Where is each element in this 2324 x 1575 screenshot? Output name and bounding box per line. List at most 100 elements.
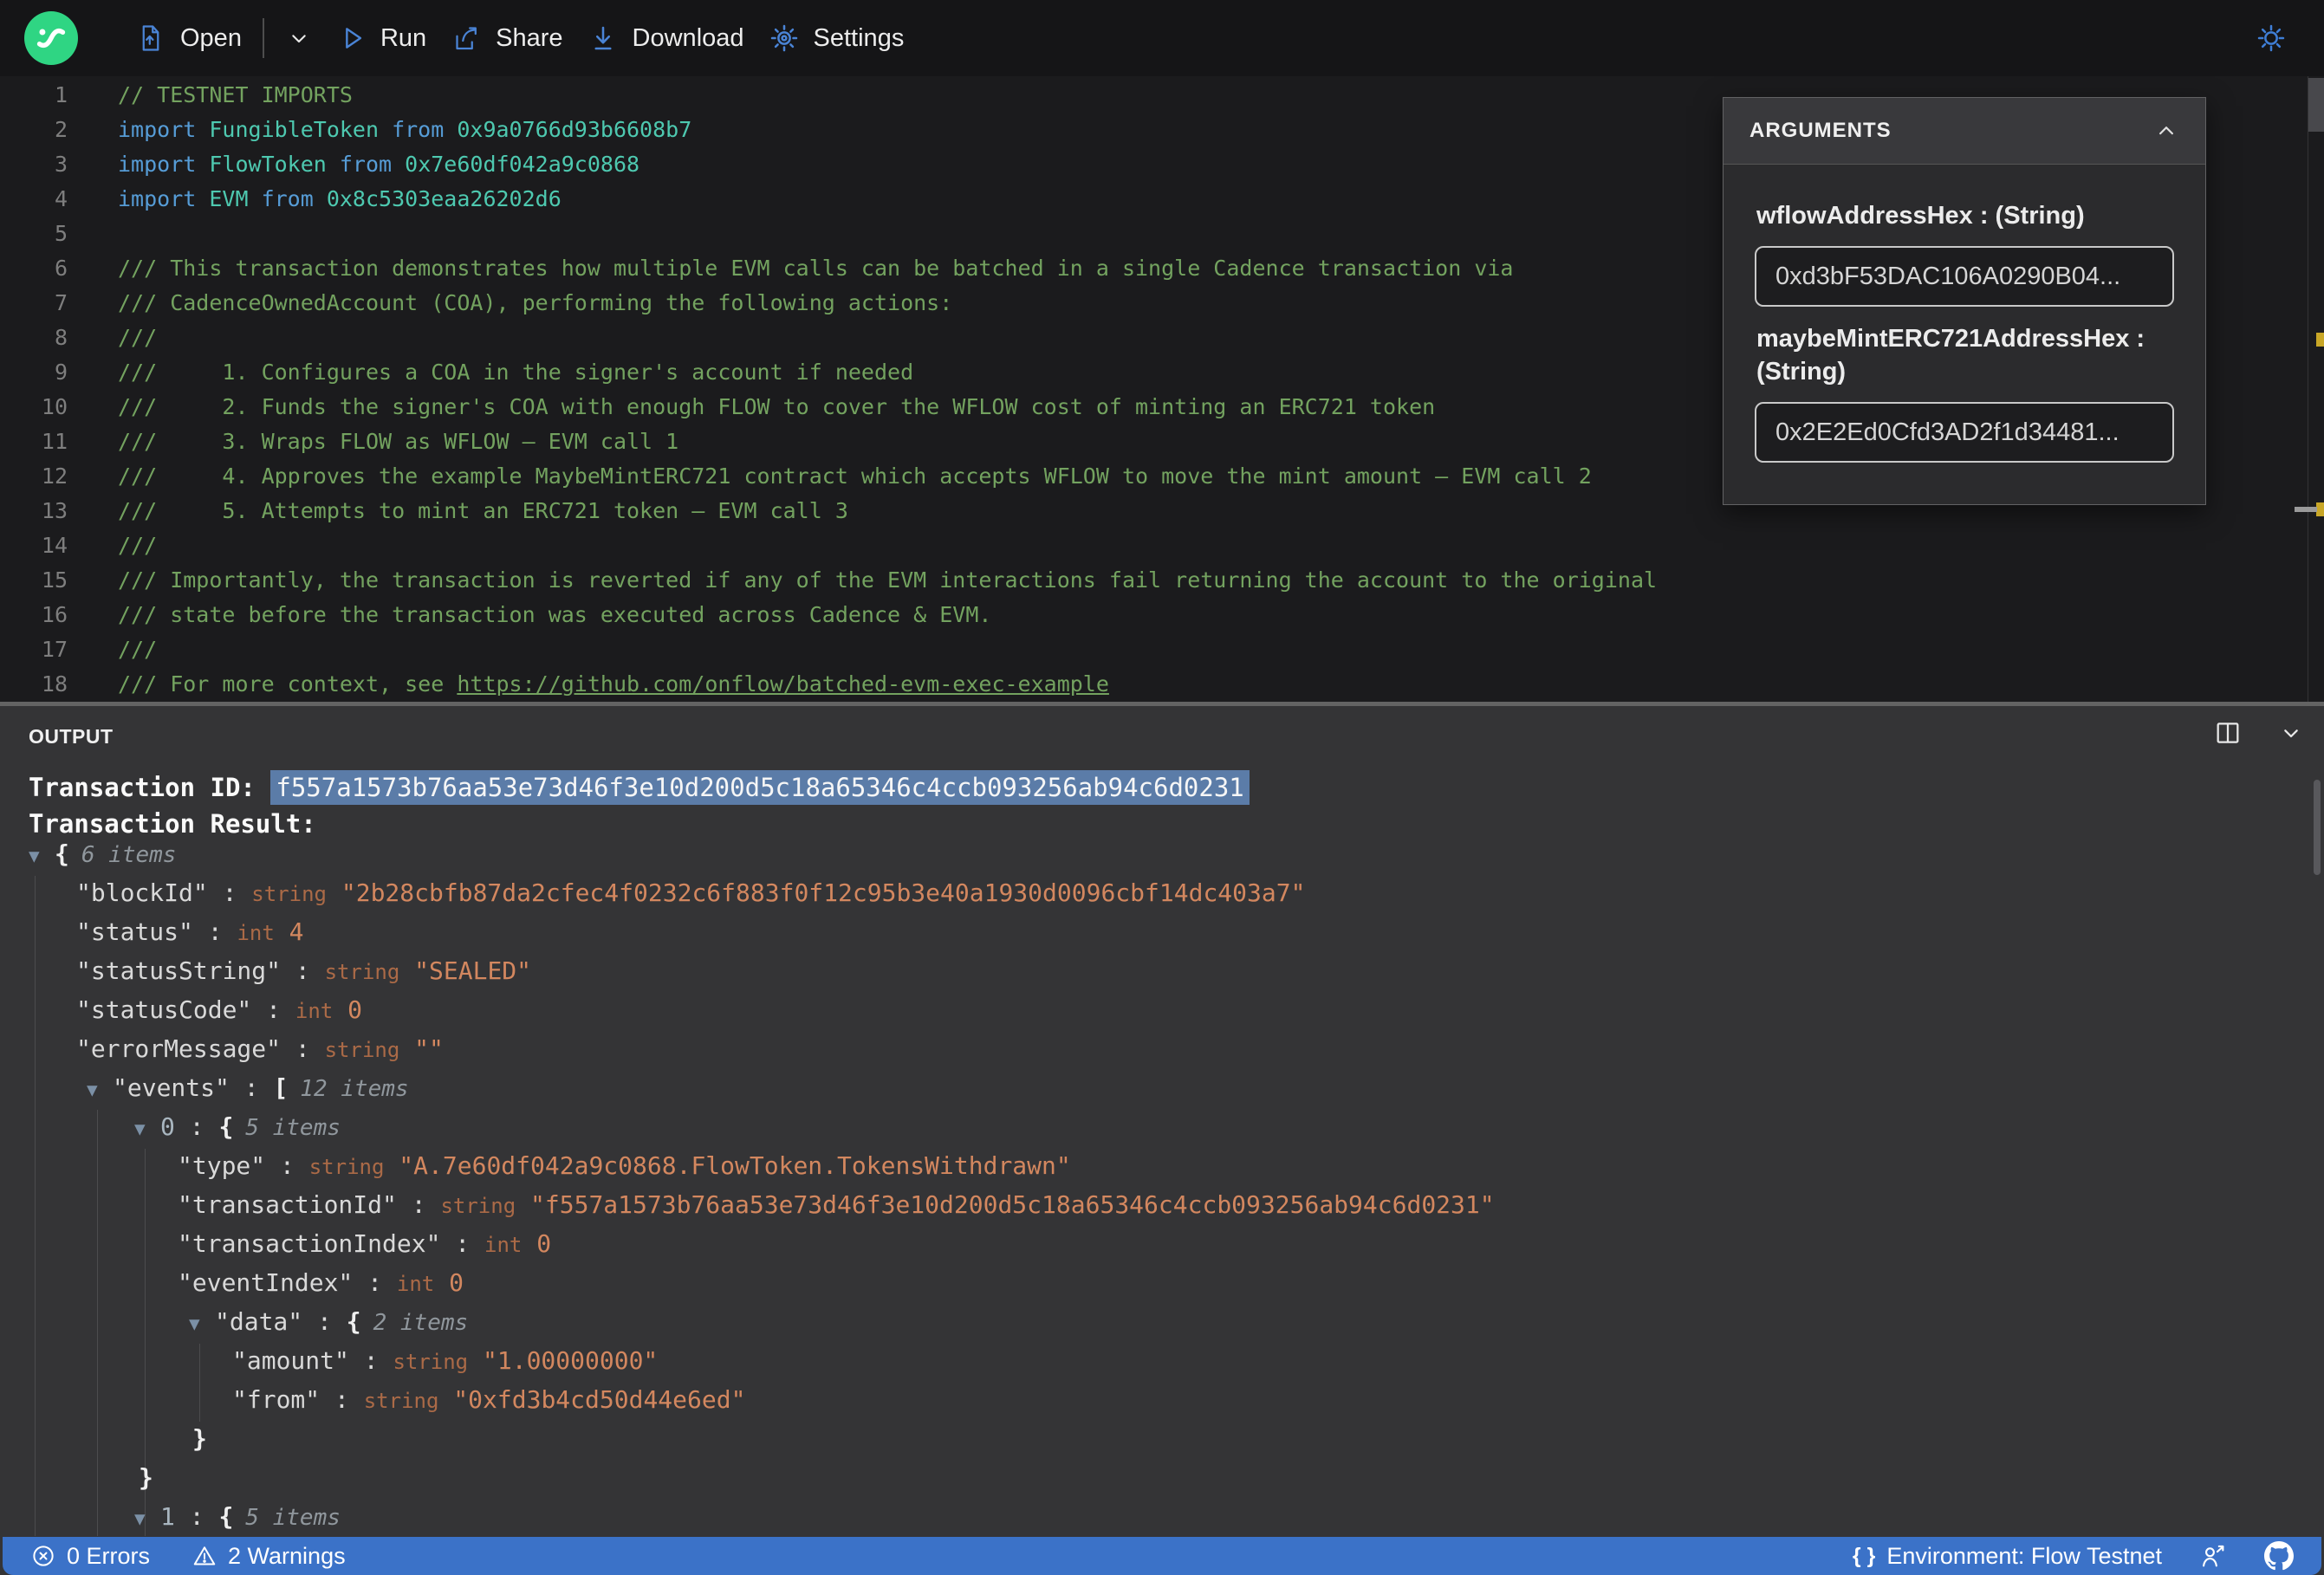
arguments-header[interactable]: ARGUMENTS xyxy=(1724,98,2205,165)
flow-runner-window: Open Run Share Download Settings 1 // TE… xyxy=(0,0,2324,1575)
code-text: import FungibleToken from 0x9a0766d93b66… xyxy=(118,117,692,142)
code-line[interactable]: 17 /// xyxy=(0,632,2307,667)
tree-value-type: string xyxy=(440,1194,516,1218)
code-line[interactable]: 15 /// Importantly, the transaction is re… xyxy=(0,563,2307,598)
run-button[interactable]: Run xyxy=(325,10,438,66)
feedback-person-icon[interactable] xyxy=(2198,1541,2228,1571)
tree-row: ▼ 1 : {5 items xyxy=(0,1497,2307,1536)
collapse-output-chevron-icon[interactable] xyxy=(2277,719,2305,747)
collapse-chevron-up-icon[interactable] xyxy=(2153,118,2179,144)
errors-status[interactable]: 0 Errors xyxy=(30,1543,150,1570)
line-number: 13 xyxy=(41,498,68,523)
tree-item-count: 5 items xyxy=(245,1115,341,1141)
code-text: /// 5. Attempts to mint an ERC721 token … xyxy=(118,498,848,523)
code-editor[interactable]: 1 // TESTNET IMPORTS 2 import FungibleToken… xyxy=(0,76,2324,702)
output-scrollbar-thumb[interactable] xyxy=(2314,780,2321,875)
warning-triangle-icon xyxy=(193,1546,216,1565)
line-number: 5 xyxy=(54,221,68,246)
line-number: 4 xyxy=(54,186,68,211)
argument-input-wflow[interactable] xyxy=(1755,246,2174,307)
tree-row: "status" : int 4 xyxy=(76,917,304,946)
tree-row: } xyxy=(0,1419,2307,1458)
code-link[interactable]: https://github.com/onflow/batched-evm-ex… xyxy=(457,671,1109,697)
tree-value-type: string xyxy=(324,1038,400,1062)
collapse-toggle-icon[interactable]: ▼ xyxy=(134,1110,160,1149)
open-button[interactable]: Open xyxy=(123,10,254,66)
settings-button[interactable]: Settings xyxy=(756,10,917,66)
environment-status[interactable]: { } Environment: Flow Testnet xyxy=(1853,1543,2162,1570)
code-text: /// 2. Funds the signer's COA with enoug… xyxy=(118,394,1436,419)
tree-value: "0xfd3b4cd50d44e6ed" xyxy=(453,1385,746,1414)
code-text: import EVM from 0x8c5303eaa26202d6 xyxy=(118,186,562,211)
collapse-toggle-icon[interactable]: ▼ xyxy=(87,1071,113,1110)
tree-value: "SEALED" xyxy=(414,956,532,985)
line-number: 18 xyxy=(41,671,68,697)
argument-input-maybemint[interactable] xyxy=(1755,402,2174,463)
line-number: 2 xyxy=(54,117,68,142)
tree-value: "2b28cbfb87da2cfec4f0232c6f883f0f12c95b3… xyxy=(341,878,1306,907)
tree-value-type: int xyxy=(295,999,334,1023)
tree-open-brace: { xyxy=(55,839,69,868)
github-icon[interactable] xyxy=(2264,1541,2294,1571)
arguments-title: ARGUMENTS xyxy=(1749,119,1892,142)
tree-value: "A.7e60df042a9c0868.FlowToken.TokensWith… xyxy=(399,1151,1071,1180)
tree-key: "blockId" xyxy=(76,878,208,907)
code-text: /// state before the transaction was exe… xyxy=(118,602,992,627)
warnings-status[interactable]: 2 Warnings xyxy=(192,1543,346,1570)
warnings-count: 2 Warnings xyxy=(228,1542,346,1569)
code-text: /// xyxy=(118,533,158,558)
tree-row: ▼{6 items xyxy=(0,834,2307,873)
tree-key: "eventIndex" xyxy=(178,1268,354,1297)
theme-toggle-button[interactable] xyxy=(2243,10,2300,66)
argument-label-wflow: wflowAddressHex : (String) xyxy=(1756,202,2085,230)
editor-scrollbar-thumb[interactable] xyxy=(2308,78,2324,132)
collapse-toggle-icon[interactable]: ▼ xyxy=(134,1500,160,1539)
download-icon xyxy=(594,26,612,50)
argument-label-maybemint: maybeMintERC721AddressHex : (String) xyxy=(1756,325,2145,386)
tree-value: 0 xyxy=(536,1229,552,1258)
tree-value: "1.00000000" xyxy=(483,1346,659,1375)
warning-overview-mark xyxy=(2316,502,2324,516)
share-button[interactable]: Share xyxy=(438,10,575,66)
gear-icon xyxy=(770,24,797,52)
open-dropdown-button[interactable] xyxy=(273,10,325,66)
run-play-icon xyxy=(346,28,362,49)
code-line[interactable]: 18 /// For more context, see https://gith… xyxy=(0,667,2307,702)
line-number: 3 xyxy=(54,152,68,177)
split-panel-icon[interactable] xyxy=(2213,718,2243,748)
line-number: 1 xyxy=(54,82,68,107)
status-bar: 0 Errors 2 Warnings { } Environment: Flo… xyxy=(3,1537,2321,1575)
download-button[interactable]: Download xyxy=(575,10,756,66)
code-line[interactable]: 16 /// state before the transaction was e… xyxy=(0,598,2307,632)
collapse-toggle-icon[interactable]: ▼ xyxy=(29,837,55,876)
tree-key: "transactionId" xyxy=(178,1190,397,1219)
open-label: Open xyxy=(180,23,242,52)
tree-key: "statusCode" xyxy=(76,995,252,1024)
tree-value: "" xyxy=(414,1034,444,1063)
tree-item-count: 6 items xyxy=(81,842,177,868)
tree-key: "transactionIndex" xyxy=(178,1229,441,1258)
tree-row: "transactionIndex" : int 0 xyxy=(178,1229,552,1258)
download-label: Download xyxy=(632,23,744,52)
tree-key: "errorMessage" xyxy=(76,1034,282,1063)
share-label: Share xyxy=(496,23,563,52)
line-number: 14 xyxy=(41,533,68,558)
open-file-icon xyxy=(142,25,159,51)
tree-key: "data" xyxy=(215,1307,303,1336)
code-text: import FlowToken from 0x7e60df042a9c0868 xyxy=(118,152,640,177)
line-number: 16 xyxy=(41,602,68,627)
chevron-down-icon xyxy=(292,35,306,43)
tree-row: } xyxy=(0,1458,2307,1497)
tree-row: "type" : string "A.7e60df042a9c0868.Flow… xyxy=(178,1151,1071,1180)
toolbar-separator xyxy=(262,18,264,58)
transaction-id-value: f557a1573b76aa53e73d46f3e10d200d5c18a653… xyxy=(270,770,1250,805)
code-line[interactable]: 14 /// xyxy=(0,528,2307,563)
toolbar: Open Run Share Download Settings xyxy=(0,0,2324,76)
code-text: /// 4. Approves the example MaybeMintERC… xyxy=(118,463,1592,489)
tree-value: 0 xyxy=(347,995,362,1024)
editor-scrollbar[interactable] xyxy=(2308,76,2324,702)
tree-value-type: string xyxy=(251,882,327,906)
tree-open-brace: { xyxy=(346,1307,361,1336)
flow-logo[interactable] xyxy=(24,11,78,65)
collapse-toggle-icon[interactable]: ▼ xyxy=(189,1305,215,1344)
